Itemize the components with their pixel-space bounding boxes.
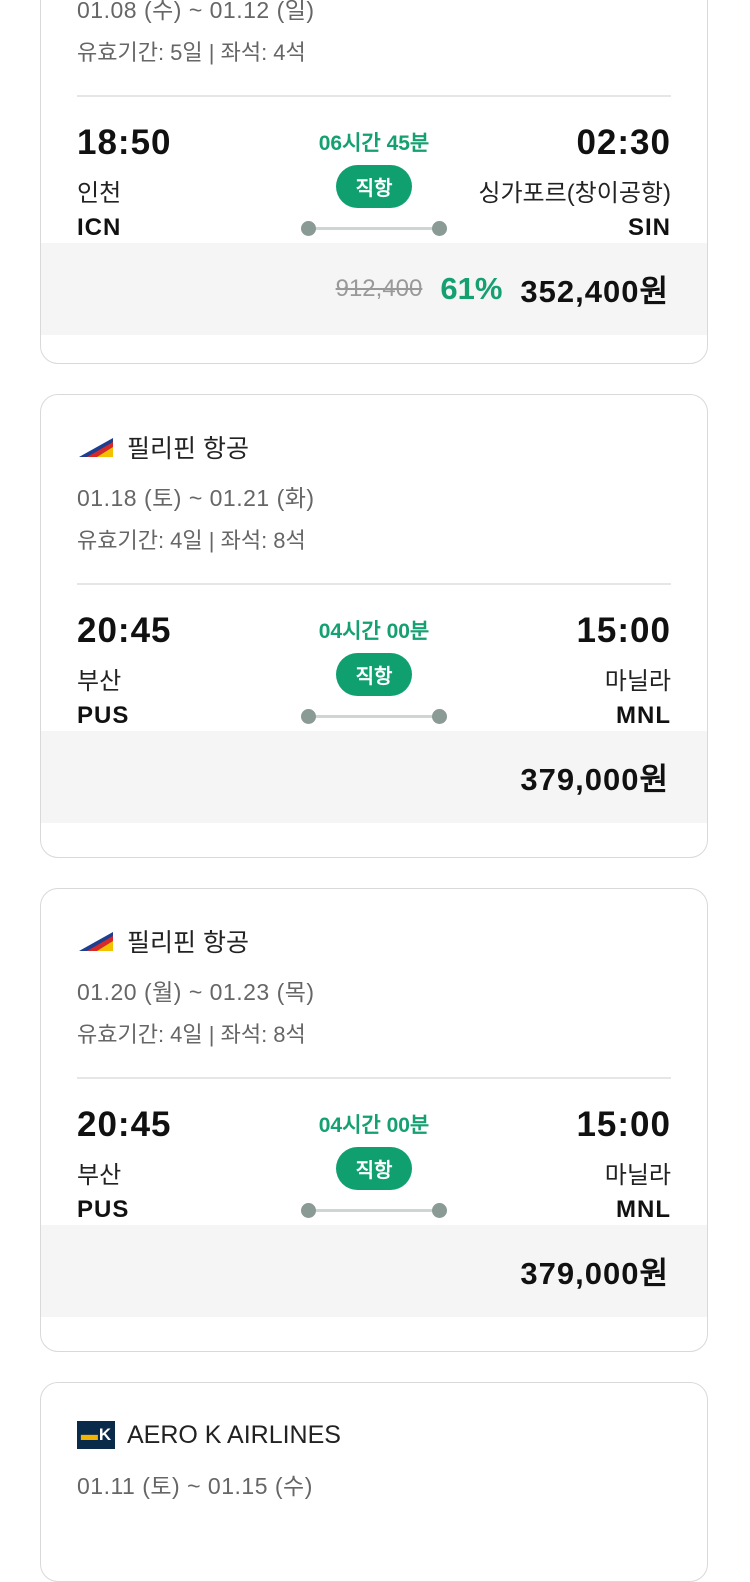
flight-duration: 06시간 45분: [318, 131, 430, 155]
flight-duration: 04시간 00분: [318, 619, 430, 643]
flight-card[interactable]: 필리핀 항공 01.18 (토) ~ 01.21 (화) 유효기간: 4일 | …: [40, 394, 708, 858]
destination-dot: [432, 708, 447, 724]
travel-dates: 01.20 (월) ~ 01.23 (목): [77, 979, 315, 1005]
arrival-city: 마닐라: [604, 667, 671, 695]
arrival: 15:00 마닐라 MNL: [576, 1105, 671, 1224]
flight-card[interactable]: 필리핀 항공 01.20 (월) ~ 01.23 (목) 유효기간: 4일 | …: [40, 888, 708, 1352]
philippine-airlines-logo-icon: [77, 929, 115, 953]
flight-route: 20:45 부산 PUS 04시간 00분 직항 15:00 마닐라 MNL: [77, 585, 671, 731]
route-line: [299, 1200, 449, 1220]
destination-dot: [432, 220, 447, 236]
flight-card[interactable]: ▬ K AERO K AIRLINES 01.11 (토) ~ 01.15 (수): [40, 1382, 708, 1582]
travel-dates: 01.08 (수) ~ 01.12 (일): [77, 0, 315, 23]
departure-time: 18:50: [77, 122, 172, 162]
travel-dates: 01.11 (토) ~ 01.15 (수): [77, 1473, 313, 1499]
discount-rate: 61%: [440, 270, 503, 306]
flight-info: 06시간 45분 직항: [299, 127, 449, 238]
direct-badge: 직항: [335, 652, 413, 696]
arrival-code: SIN: [627, 213, 671, 241]
philippine-airlines-logo-icon: [77, 435, 115, 459]
destination-dot: [432, 1202, 447, 1218]
arrival-code: MNL: [616, 701, 671, 729]
flight-route: 18:50 인천 ICN 06시간 45분 직항 02:30 싱가포르(창이공항…: [77, 97, 671, 243]
airline: ▬ K AERO K AIRLINES: [77, 1415, 671, 1455]
arrival-time: 02:30: [576, 122, 671, 162]
origin-dot: [301, 708, 316, 724]
departure-city: 부산: [77, 667, 122, 695]
departure-time: 20:45: [77, 1104, 172, 1144]
arrival: 02:30 싱가포르(창이공항) SIN: [478, 123, 671, 242]
departure: 18:50 인천 ICN: [77, 123, 172, 242]
arrival-city: 마닐라: [604, 1161, 671, 1189]
arrival: 15:00 마닐라 MNL: [576, 611, 671, 730]
airline-name: AERO K AIRLINES: [127, 1420, 341, 1449]
flight-card[interactable]: 01.08 (수) ~ 01.12 (일) 유효기간: 5일 | 좌석: 4석 …: [40, 0, 708, 364]
origin-dot: [301, 220, 316, 236]
origin-dot: [301, 1202, 316, 1218]
price-bar: 379,000원: [41, 730, 707, 823]
airline-name: 필리핀 항공: [127, 435, 249, 463]
validity-seats: 유효기간: 4일 | 좌석: 8석: [77, 1022, 306, 1047]
price: 379,000원: [520, 1256, 669, 1291]
flight-route: 20:45 부산 PUS 04시간 00분 직항 15:00 마닐라 MNL: [77, 1079, 671, 1225]
route-line: [299, 706, 449, 726]
travel-dates: 01.18 (토) ~ 01.21 (화): [77, 485, 315, 511]
price-bar: 912,400 61% 352,400원: [41, 242, 707, 335]
flight-info: 04시간 00분 직항: [299, 1109, 449, 1220]
airline-name: 필리핀 항공: [127, 929, 249, 957]
flight-duration: 04시간 00분: [318, 1113, 430, 1137]
original-price: 912,400: [335, 274, 423, 302]
arrival-code: MNL: [616, 1195, 671, 1223]
departure-code: PUS: [77, 701, 130, 729]
aero-k-logo-icon: ▬ K: [77, 1421, 115, 1449]
direct-badge: 직항: [335, 164, 413, 208]
arrival-time: 15:00: [576, 1104, 671, 1144]
price-bar: 379,000원: [41, 1224, 707, 1317]
flight-info: 04시간 00분 직항: [299, 615, 449, 726]
departure-code: ICN: [77, 213, 122, 241]
departure: 20:45 부산 PUS: [77, 611, 172, 730]
departure-city: 부산: [77, 1161, 122, 1189]
airline: 필리핀 항공: [77, 427, 671, 467]
price: 379,000원: [520, 762, 669, 797]
departure-code: PUS: [77, 1195, 130, 1223]
arrival-city: 싱가포르(창이공항): [478, 179, 671, 207]
arrival-time: 15:00: [576, 610, 671, 650]
departure-city: 인천: [77, 179, 122, 207]
departure-time: 20:45: [77, 610, 172, 650]
departure: 20:45 부산 PUS: [77, 1105, 172, 1224]
route-line: [299, 218, 449, 238]
direct-badge: 직항: [335, 1146, 413, 1190]
validity-seats: 유효기간: 4일 | 좌석: 8석: [77, 528, 306, 553]
airline: 필리핀 항공: [77, 921, 671, 961]
validity-seats: 유효기간: 5일 | 좌석: 4석: [77, 40, 306, 65]
price: 352,400원: [520, 274, 669, 309]
